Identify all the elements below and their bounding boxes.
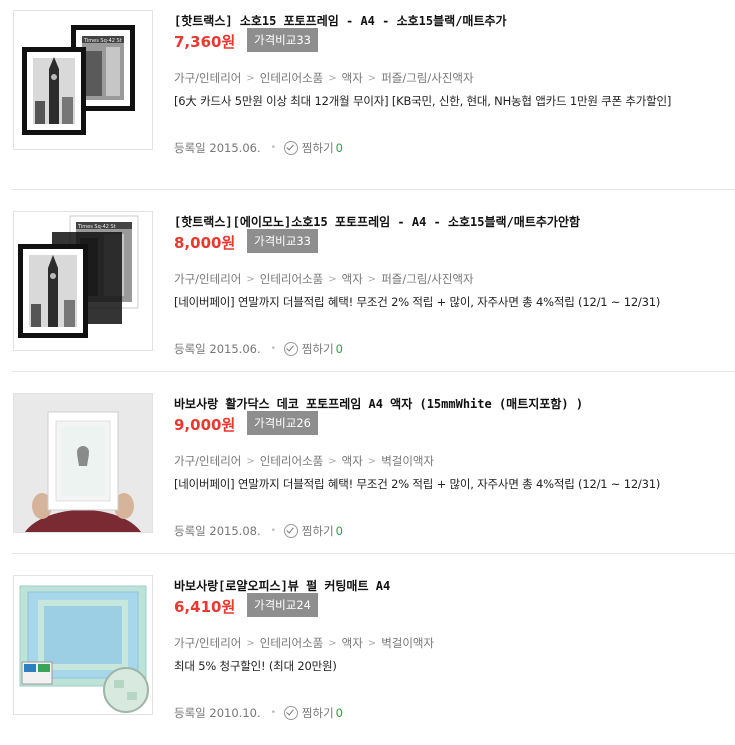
product-price: 7,360원 (174, 33, 236, 51)
category-link[interactable]: 퍼즐/그림/사진액자 (381, 70, 473, 86)
chevron-right-icon: > (246, 637, 255, 649)
promo-text: [네이버페이] 연말까지 더블적립 혜택! 무조건 2% 적립 + 많이, 자주… (174, 295, 661, 309)
zzim-label: 찜하기 (301, 141, 334, 155)
photo-sign-text: Times Sq-42 St (83, 38, 122, 44)
price-compare-button[interactable]: 가격비교33 (247, 28, 318, 52)
chevron-right-icon: > (328, 72, 337, 84)
registration-date: 등록일 2015.06. (174, 141, 261, 155)
separator-dot: • (270, 344, 276, 354)
product-thumbnail[interactable] (13, 575, 153, 715)
category-breadcrumb: 가구/인테리어 > 인테리어소품 > 액자 > 퍼즐/그림/사진액자 (174, 70, 474, 86)
category-link[interactable]: 인테리어소품 (260, 271, 323, 287)
category-breadcrumb: 가구/인테리어 > 인테리어소품 > 액자 > 벽걸이액자 (174, 635, 434, 651)
chevron-right-icon: > (367, 637, 377, 649)
separator-dot: • (270, 708, 276, 718)
chevron-right-icon: > (246, 455, 255, 467)
product-price: 9,000원 (174, 416, 236, 434)
promo-text: [네이버페이] 연말까지 더블적립 혜택! 무조건 2% 적립 + 많이, 자주… (174, 477, 661, 491)
registration-date: 등록일 2015.08. (174, 524, 261, 538)
category-breadcrumb: 가구/인테리어 > 인테리어소품 > 액자 > 퍼즐/그림/사진액자 (174, 271, 474, 287)
check-circle-icon (283, 706, 298, 720)
category-link[interactable]: 액자 (342, 635, 363, 651)
category-link[interactable]: 액자 (342, 271, 363, 287)
product-thumbnail[interactable]: Times Sq-42 St (13, 10, 153, 150)
zzim-button[interactable]: 찜하기 0 (283, 140, 343, 156)
product-title[interactable]: 바보사랑[로얄오피스]뷰 펄 커팅매트 A4 (174, 577, 390, 594)
category-link[interactable]: 가구/인테리어 (174, 635, 241, 651)
product-title[interactable]: [핫트랙스][에이모노]소호15 포토프레임 - A4 - 소호15블랙/매트추… (174, 213, 580, 230)
price-compare-button[interactable]: 가격비교24 (247, 593, 318, 617)
product-thumbnail[interactable] (13, 393, 153, 533)
product-item: 바보사랑 활가닥스 데코 포토프레임 A4 액자 (15mmWhite (매트지… (0, 383, 735, 563)
product-meta: 등록일 2015.06. • 찜하기 0 (174, 140, 343, 156)
category-link[interactable]: 가구/인테리어 (174, 271, 241, 287)
registration-date: 등록일 2010.10. (174, 706, 261, 720)
category-link[interactable]: 인테리어소품 (260, 453, 323, 469)
photo-sign-text: Times Sq-42 St (77, 224, 116, 230)
product-item: Times Sq-42 St [핫트랙스][에이모노]소호15 포토프레임 - … (0, 201, 735, 381)
check-circle-icon (283, 141, 298, 155)
category-link[interactable]: 가구/인테리어 (174, 70, 241, 86)
zzim-label: 찜하기 (301, 706, 334, 720)
product-title[interactable]: [핫트랙스] 소호15 포토프레임 - A4 - 소호15블랙/매트추가 (174, 12, 507, 29)
zzim-button[interactable]: 찜하기 0 (283, 341, 343, 357)
zzim-button[interactable]: 찜하기 0 (283, 523, 343, 539)
product-item: 바보사랑[로얄오피스]뷰 펄 커팅매트 A4 6,410원 가격비교24 가구/… (0, 565, 735, 745)
product-list: Times Sq-42 St [핫트랙스] 소호15 포토프레임 - A4 - … (0, 0, 735, 732)
category-link[interactable]: 인테리어소품 (260, 635, 323, 651)
category-link[interactable]: 인테리어소품 (260, 70, 323, 86)
category-link[interactable]: 가구/인테리어 (174, 453, 241, 469)
zzim-button[interactable]: 찜하기 0 (283, 705, 343, 721)
product-price: 6,410원 (174, 598, 236, 616)
zzim-count: 0 (335, 524, 343, 538)
check-circle-icon (283, 342, 298, 356)
registration-date: 등록일 2015.06. (174, 342, 261, 356)
zzim-count: 0 (335, 141, 343, 155)
promo-text: 최대 5% 청구할인! (최대 20만원) (174, 659, 337, 673)
chevron-right-icon: > (246, 72, 255, 84)
zzim-label: 찜하기 (301, 342, 334, 356)
zzim-count: 0 (335, 342, 343, 356)
divider (12, 371, 735, 372)
category-link[interactable]: 퍼즐/그림/사진액자 (381, 271, 473, 287)
check-circle-icon (283, 524, 298, 538)
product-meta: 등록일 2015.08. • 찜하기 0 (174, 523, 343, 539)
chevron-right-icon: > (328, 637, 337, 649)
product-title[interactable]: 바보사랑 활가닥스 데코 포토프레임 A4 액자 (15mmWhite (매트지… (174, 395, 583, 412)
product-thumbnail[interactable]: Times Sq-42 St (13, 211, 153, 351)
separator-dot: • (270, 526, 276, 536)
chevron-right-icon: > (367, 72, 377, 84)
product-item: Times Sq-42 St [핫트랙스] 소호15 포토프레임 - A4 - … (0, 0, 735, 190)
category-link[interactable]: 액자 (342, 453, 363, 469)
separator-dot: • (270, 143, 276, 153)
chevron-right-icon: > (367, 273, 377, 285)
promo-text: [6大 카드사 5만원 이상 최대 12개월 무이자] [KB국민, 신한, 현… (174, 94, 672, 108)
divider (12, 553, 735, 554)
product-meta: 등록일 2010.10. • 찜하기 0 (174, 705, 343, 721)
product-price: 8,000원 (174, 234, 236, 252)
category-breadcrumb: 가구/인테리어 > 인테리어소품 > 액자 > 벽걸이액자 (174, 453, 434, 469)
category-link[interactable]: 액자 (342, 70, 363, 86)
divider (12, 189, 735, 190)
zzim-count: 0 (335, 706, 343, 720)
price-compare-button[interactable]: 가격비교33 (247, 229, 318, 253)
price-compare-button[interactable]: 가격비교26 (247, 411, 318, 435)
chevron-right-icon: > (328, 455, 337, 467)
chevron-right-icon: > (367, 455, 377, 467)
zzim-label: 찜하기 (301, 524, 334, 538)
chevron-right-icon: > (246, 273, 255, 285)
chevron-right-icon: > (328, 273, 337, 285)
product-meta: 등록일 2015.06. • 찜하기 0 (174, 341, 343, 357)
category-link[interactable]: 벽걸이액자 (381, 453, 434, 469)
category-link[interactable]: 벽걸이액자 (381, 635, 434, 651)
